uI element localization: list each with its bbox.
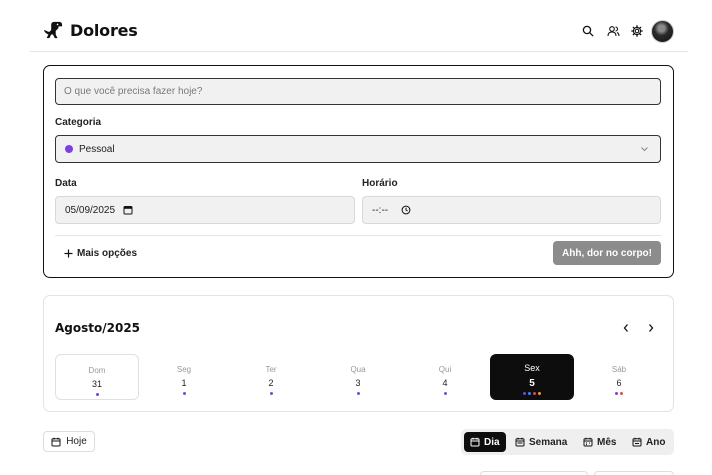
day-cell[interactable]: Dom 31 bbox=[55, 354, 139, 400]
more-options-button[interactable]: Mais opções bbox=[64, 248, 137, 259]
event-dot bbox=[356, 392, 360, 395]
day-number: 31 bbox=[91, 379, 102, 389]
calendar-day-icon bbox=[470, 437, 480, 447]
more-options-label: Mais opções bbox=[77, 248, 138, 259]
day-name: Sáb bbox=[611, 365, 627, 374]
day-number: 4 bbox=[442, 378, 448, 388]
day-name: Qua bbox=[350, 365, 366, 374]
plus-icon bbox=[64, 249, 73, 258]
time-value: --:-- bbox=[372, 204, 389, 216]
event-dot bbox=[528, 392, 531, 395]
calendar-icon[interactable] bbox=[123, 205, 133, 215]
time-label: Horário bbox=[362, 178, 398, 189]
time-field[interactable]: --:-- bbox=[362, 196, 661, 224]
event-dots bbox=[142, 392, 226, 395]
event-dots bbox=[577, 392, 661, 395]
dinosaur-logo-icon bbox=[43, 21, 63, 39]
new-task-form: Categoria Pessoal Data 05/09/2025 Horári… bbox=[43, 65, 674, 278]
header-divider bbox=[30, 51, 688, 52]
view-week-label: Semana bbox=[529, 436, 568, 448]
event-dot bbox=[443, 392, 447, 395]
view-day-button[interactable]: Dia bbox=[464, 432, 506, 452]
calendar-year-icon bbox=[632, 437, 642, 447]
brand[interactable]: Dolores bbox=[42, 20, 138, 40]
month-title: Agosto/2025 bbox=[55, 321, 141, 335]
category-select[interactable]: Pessoal bbox=[55, 135, 661, 163]
date-field[interactable]: 05/09/2025 bbox=[55, 196, 355, 224]
event-dot bbox=[615, 392, 618, 395]
next-week-button[interactable] bbox=[644, 321, 658, 335]
date-value: 05/09/2025 bbox=[65, 204, 116, 216]
list-item-partial bbox=[480, 471, 588, 475]
event-dots bbox=[490, 392, 574, 395]
view-month-button[interactable]: Mês bbox=[577, 432, 622, 452]
event-dot bbox=[182, 392, 186, 395]
day-number: 6 bbox=[616, 378, 622, 388]
chevron-left-icon bbox=[623, 324, 628, 332]
prev-week-button[interactable] bbox=[619, 321, 633, 335]
event-dots bbox=[403, 392, 487, 395]
day-name: Ter bbox=[265, 365, 277, 374]
gear-icon[interactable] bbox=[630, 24, 644, 38]
day-cell[interactable]: Qui 4 bbox=[403, 354, 487, 400]
task-input[interactable] bbox=[55, 78, 661, 105]
day-number: 2 bbox=[268, 378, 274, 388]
event-dots bbox=[316, 392, 400, 395]
calendar-icon bbox=[51, 437, 61, 446]
week-calendar: Agosto/2025 Dom 31 Seg 1 Ter 2 Qua 3 Qui 4 Sex 5 Sáb… bbox=[43, 295, 674, 412]
day-name: Qui bbox=[438, 365, 452, 374]
event-dot bbox=[533, 392, 536, 395]
view-day-label: Dia bbox=[484, 436, 500, 448]
view-month-label: Mês bbox=[597, 436, 617, 448]
day-number: 1 bbox=[181, 378, 187, 388]
category-color-dot bbox=[65, 145, 73, 153]
view-year-button[interactable]: Ano bbox=[626, 432, 671, 452]
form-divider bbox=[55, 235, 661, 236]
view-switcher: Dia Semana Mês Ano bbox=[461, 429, 674, 455]
event-dot bbox=[95, 393, 99, 396]
category-value: Pessoal bbox=[79, 143, 115, 155]
day-number: 3 bbox=[355, 378, 361, 388]
chevron-down-icon bbox=[641, 147, 648, 152]
calendar-week-icon bbox=[515, 437, 525, 447]
users-icon[interactable] bbox=[606, 24, 620, 38]
calendar-month-icon bbox=[583, 437, 593, 447]
category-label: Categoria bbox=[55, 117, 102, 128]
clock-icon[interactable] bbox=[401, 205, 411, 215]
submit-task-button[interactable]: Ahh, dor no corpo! bbox=[553, 241, 661, 265]
event-dots bbox=[229, 392, 313, 395]
event-dot bbox=[620, 392, 623, 395]
day-number: 5 bbox=[529, 378, 535, 389]
day-name: Dom bbox=[88, 366, 106, 375]
event-dot bbox=[538, 392, 541, 395]
day-cell[interactable]: Sex 5 bbox=[490, 354, 574, 400]
day-cell[interactable]: Qua 3 bbox=[316, 354, 400, 400]
view-year-label: Ano bbox=[646, 436, 666, 448]
event-dots bbox=[56, 393, 138, 396]
day-name: Seg bbox=[176, 365, 192, 374]
day-cell[interactable]: Seg 1 bbox=[142, 354, 226, 400]
list-item-partial bbox=[594, 471, 674, 475]
event-dot bbox=[523, 392, 526, 395]
day-cell[interactable]: Ter 2 bbox=[229, 354, 313, 400]
user-avatar[interactable] bbox=[651, 20, 674, 43]
day-name: Sex bbox=[524, 363, 540, 373]
date-label: Data bbox=[55, 178, 77, 189]
search-icon[interactable] bbox=[581, 24, 595, 38]
day-cell[interactable]: Sáb 6 bbox=[577, 354, 661, 400]
brand-name: Dolores bbox=[70, 20, 138, 40]
view-week-button[interactable]: Semana bbox=[509, 432, 573, 452]
app-header: Dolores bbox=[0, 0, 712, 52]
chevron-right-icon bbox=[649, 324, 654, 332]
today-label: Hoje bbox=[66, 436, 87, 447]
today-button[interactable]: Hoje bbox=[43, 431, 95, 452]
event-dot bbox=[269, 392, 273, 395]
